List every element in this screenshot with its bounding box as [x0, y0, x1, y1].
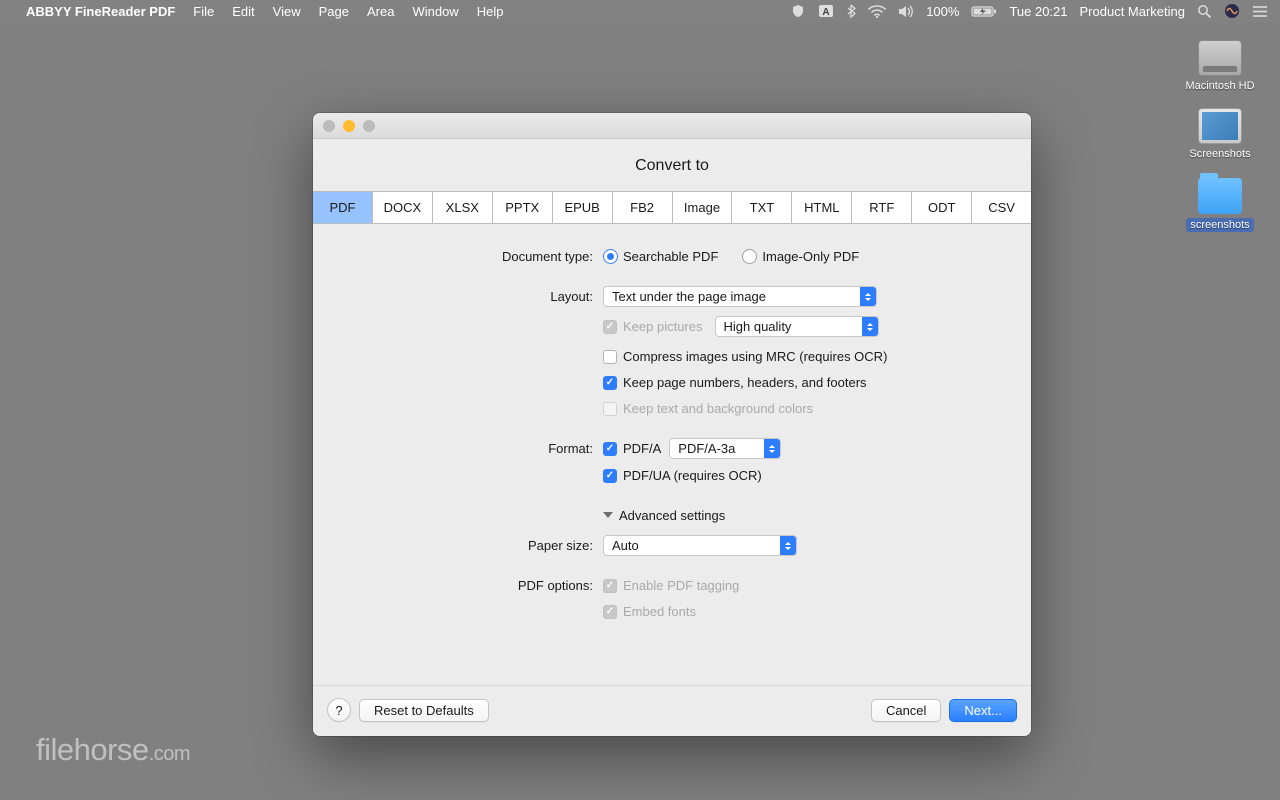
help-button[interactable]: ? — [327, 698, 351, 722]
checkbox-keep-pictures: Keep pictures — [603, 319, 703, 334]
cancel-button[interactable]: Cancel — [871, 699, 941, 722]
checkbox-keep-page-numbers[interactable]: Keep page numbers, headers, and footers — [603, 375, 867, 390]
bluetooth-icon[interactable] — [846, 4, 856, 18]
clock[interactable]: Tue 20:21 — [1009, 4, 1067, 19]
desktop-screenshots-folder[interactable]: screenshots — [1184, 178, 1256, 232]
checkbox-pdfa[interactable]: PDF/A — [603, 441, 661, 456]
menu-view[interactable]: View — [273, 4, 301, 19]
menubar: ABBYY FineReader PDF File Edit View Page… — [0, 0, 1280, 22]
label-pdf-options: PDF options: — [343, 578, 603, 593]
tab-csv[interactable]: CSV — [972, 192, 1031, 223]
dialog-title: Convert to — [313, 157, 1031, 175]
select-paper-size[interactable]: Auto — [603, 535, 797, 556]
titlebar[interactable] — [313, 113, 1031, 139]
watermark: filehorse.com — [36, 732, 190, 768]
desktop-screenshots-file[interactable]: Screenshots — [1184, 108, 1256, 160]
user-menu[interactable]: Product Marketing — [1080, 4, 1186, 19]
tab-image[interactable]: Image — [673, 192, 733, 223]
checkbox-pdfua[interactable]: PDF/UA (requires OCR) — [603, 468, 762, 483]
menu-file[interactable]: File — [193, 4, 214, 19]
label-layout: Layout: — [343, 289, 603, 304]
desktop-label: screenshots — [1186, 218, 1253, 232]
spotlight-icon[interactable] — [1197, 4, 1212, 19]
label-format: Format: — [343, 441, 603, 456]
svg-text:A: A — [823, 7, 830, 18]
chevron-down-icon — [603, 512, 613, 523]
close-icon[interactable] — [323, 120, 335, 132]
tab-epub[interactable]: EPUB — [553, 192, 613, 223]
reset-defaults-button[interactable]: Reset to Defaults — [359, 699, 489, 722]
minimize-icon[interactable] — [343, 120, 355, 132]
radio-searchable-pdf[interactable]: Searchable PDF — [603, 249, 718, 264]
tab-html[interactable]: HTML — [792, 192, 852, 223]
hard-drive-icon — [1198, 40, 1242, 76]
notifications-icon[interactable] — [1252, 5, 1268, 18]
folder-icon — [1198, 178, 1242, 214]
checkbox-pdf-tagging: Enable PDF tagging — [603, 578, 739, 593]
desktop-macintosh-hd[interactable]: Macintosh HD — [1184, 40, 1256, 92]
zoom-icon[interactable] — [363, 120, 375, 132]
menu-page[interactable]: Page — [319, 4, 349, 19]
chevron-updown-icon — [862, 317, 878, 336]
image-file-icon — [1198, 108, 1242, 144]
tab-pptx[interactable]: PPTX — [493, 192, 553, 223]
radio-image-only-pdf[interactable]: Image-Only PDF — [742, 249, 859, 264]
shield-icon[interactable] — [790, 4, 806, 18]
chevron-updown-icon — [860, 287, 876, 306]
wifi-icon[interactable] — [868, 5, 886, 18]
tab-xlsx[interactable]: XLSX — [433, 192, 493, 223]
format-tabs: PDF DOCX XLSX PPTX EPUB FB2 Image TXT HT… — [313, 191, 1031, 224]
tab-txt[interactable]: TXT — [732, 192, 792, 223]
siri-icon[interactable] — [1224, 3, 1240, 19]
tab-rtf[interactable]: RTF — [852, 192, 912, 223]
chevron-updown-icon — [764, 439, 780, 458]
app-name[interactable]: ABBYY FineReader PDF — [26, 4, 175, 19]
checkbox-keep-colors: Keep text and background colors — [603, 401, 813, 416]
desktop-label: Macintosh HD — [1184, 80, 1256, 92]
menu-window[interactable]: Window — [412, 4, 458, 19]
volume-icon[interactable] — [898, 5, 914, 18]
battery-icon[interactable] — [971, 5, 997, 18]
input-method-icon[interactable]: A — [818, 4, 834, 18]
menu-edit[interactable]: Edit — [232, 4, 254, 19]
tab-docx[interactable]: DOCX — [373, 192, 433, 223]
convert-dialog: Convert to PDF DOCX XLSX PPTX EPUB FB2 I… — [313, 113, 1031, 736]
checkbox-compress-mrc[interactable]: Compress images using MRC (requires OCR) — [603, 349, 887, 364]
disclosure-advanced[interactable]: Advanced settings — [603, 508, 725, 523]
desktop-label: Screenshots — [1184, 148, 1256, 160]
menu-help[interactable]: Help — [477, 4, 504, 19]
select-pdfa-version[interactable]: PDF/A-3a — [669, 438, 781, 459]
chevron-updown-icon — [780, 536, 796, 555]
tab-fb2[interactable]: FB2 — [613, 192, 673, 223]
label-paper-size: Paper size: — [343, 538, 603, 553]
dialog-footer: ? Reset to Defaults Cancel Next... — [313, 685, 1031, 736]
battery-percent: 100% — [926, 4, 959, 19]
select-layout[interactable]: Text under the page image — [603, 286, 877, 307]
tab-pdf[interactable]: PDF — [313, 192, 373, 223]
menu-area[interactable]: Area — [367, 4, 394, 19]
next-button[interactable]: Next... — [949, 699, 1017, 722]
select-picture-quality[interactable]: High quality — [715, 316, 879, 337]
label-document-type: Document type: — [343, 249, 603, 264]
checkbox-embed-fonts: Embed fonts — [603, 604, 696, 619]
tab-odt[interactable]: ODT — [912, 192, 972, 223]
